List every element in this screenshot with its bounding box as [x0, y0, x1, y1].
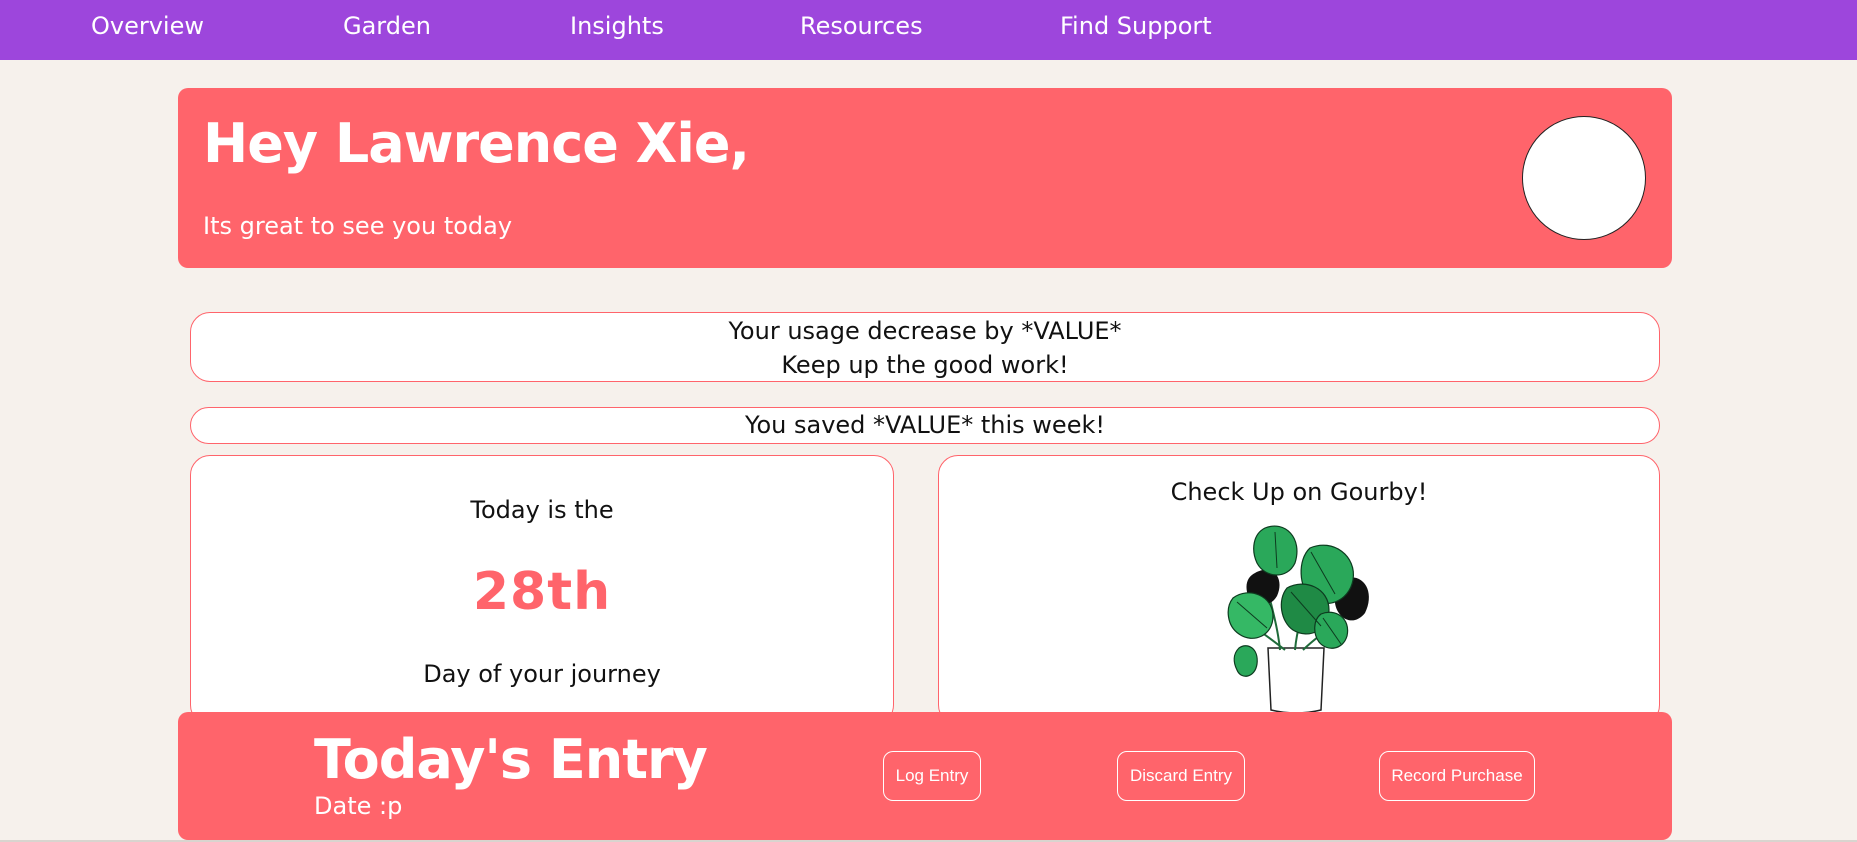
usage-banner-line-2: Keep up the good work! [781, 351, 1069, 379]
journey-post-text: Day of your journey [423, 660, 661, 688]
monstera-plant-icon[interactable] [1225, 518, 1375, 718]
nav-item-resources[interactable]: Resources [800, 12, 923, 40]
journey-day-count: 28th [472, 562, 612, 622]
journey-card: Today is the 28th Day of your journey [190, 455, 894, 725]
record-purchase-button[interactable]: Record Purchase [1379, 751, 1535, 801]
checkup-card[interactable]: Check Up on Gourby! [938, 455, 1660, 725]
checkup-title: Check Up on Gourby! [1170, 478, 1428, 506]
greeting-banner: Hey Lawrence Xie, Its great to see you t… [178, 88, 1672, 268]
avatar[interactable] [1522, 116, 1646, 240]
entry-title: Today's Entry [314, 728, 708, 791]
entry-date: Date :p [314, 792, 403, 820]
greeting-subtitle: Its great to see you today [203, 212, 513, 240]
savings-banner-text: You saved *VALUE* this week! [745, 411, 1105, 439]
log-entry-button[interactable]: Log Entry [883, 751, 981, 801]
top-nav: Overview Garden Insights Resources Find … [0, 0, 1857, 60]
todays-entry-bar: Today's Entry Date :p Log Entry Discard … [178, 712, 1672, 840]
greeting-title: Hey Lawrence Xie, [203, 112, 750, 175]
discard-entry-button[interactable]: Discard Entry [1117, 751, 1245, 801]
journey-pre-text: Today is the [470, 496, 614, 524]
nav-item-overview[interactable]: Overview [91, 12, 204, 40]
usage-banner-line-1: Your usage decrease by *VALUE* [728, 317, 1122, 345]
nav-item-find-support[interactable]: Find Support [1060, 12, 1212, 40]
nav-item-insights[interactable]: Insights [570, 12, 664, 40]
nav-item-garden[interactable]: Garden [343, 12, 431, 40]
usage-banner: Your usage decrease by *VALUE* Keep up t… [190, 312, 1660, 382]
savings-banner: You saved *VALUE* this week! [190, 407, 1660, 444]
